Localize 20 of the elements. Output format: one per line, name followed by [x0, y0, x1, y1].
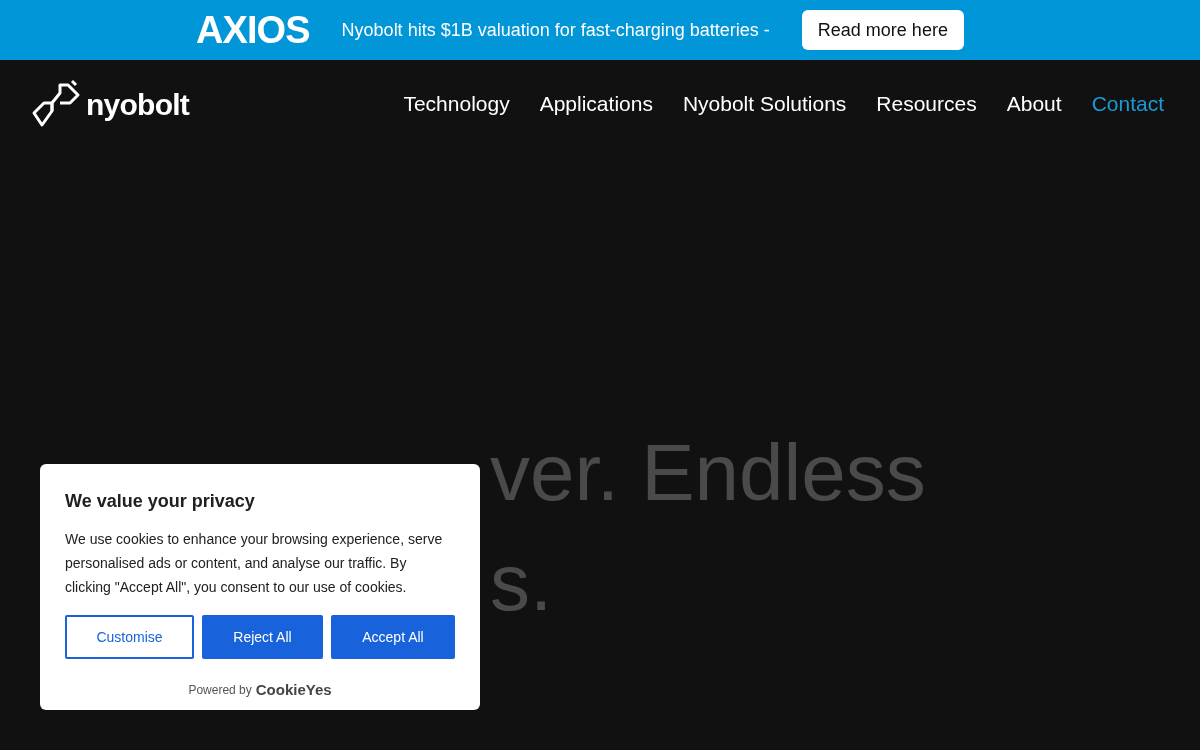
- cookie-text: We use cookies to enhance your browsing experience, serve personalised ads or content, and analyse our traffic. By clicking "Accept All", you consent to our use of cookies.: [65, 530, 444, 597]
- nav-link[interactable]: About: [1006, 88, 1062, 120]
- axios-logo: AXIOS: [196, 7, 310, 53]
- cookieyes-logo[interactable]: CookieYes: [255, 679, 332, 702]
- cookie-title: We value your privacy: [65, 490, 256, 513]
- logo-icon: [32, 79, 82, 129]
- nyobolt-logo[interactable]: nyobolt: [86, 81, 190, 127]
- cookie-button[interactable]: Reject All: [202, 615, 323, 659]
- nav-link[interactable]: Applications: [539, 88, 653, 120]
- nav-link[interactable]: Nyobolt Solutions: [682, 88, 847, 120]
- cookie-button[interactable]: Customise: [65, 615, 194, 659]
- powered-by-text: Powered by: [188, 682, 252, 700]
- hero-heading-line: ver. Endless: [490, 427, 927, 519]
- hero-heading-line: s.: [490, 537, 554, 629]
- announcement-text: Nyobolt hits $1B valuation for fast-charging batteries -: [341, 18, 770, 42]
- nav-link[interactable]: Contact: [1091, 88, 1164, 120]
- nav-link[interactable]: Resources: [876, 88, 977, 120]
- read-more-button[interactable]: Read more here: [801, 10, 964, 50]
- cookie-button[interactable]: Accept All: [331, 615, 455, 659]
- nav-link[interactable]: Technology: [403, 88, 510, 120]
